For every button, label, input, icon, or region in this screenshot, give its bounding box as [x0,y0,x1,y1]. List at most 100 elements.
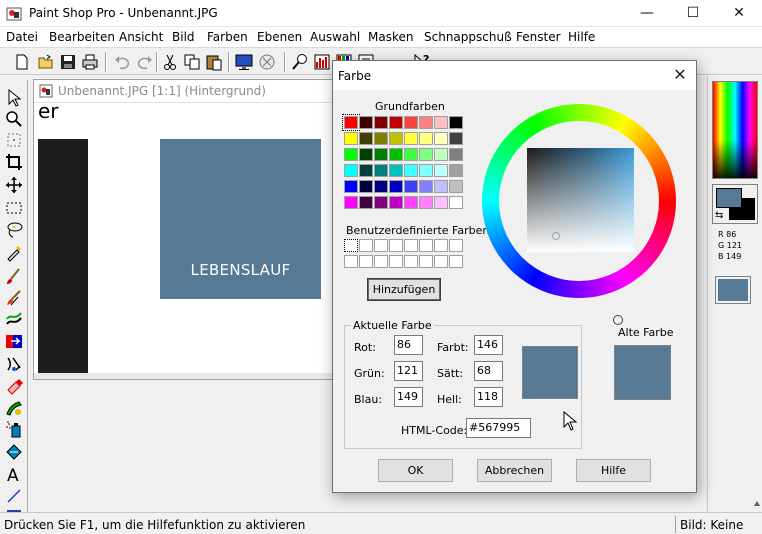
hue-picker-handle[interactable] [613,315,623,325]
basic-color-swatch[interactable] [389,132,403,145]
custom-color-swatch[interactable] [404,239,418,252]
zoom-icon[interactable] [290,52,310,72]
paste-icon[interactable] [204,52,224,72]
retouch-icon[interactable] [4,332,24,352]
menu-fenster[interactable]: Fenster [516,30,561,44]
zoom-tool-icon[interactable] [4,109,24,129]
deform-icon[interactable] [4,130,24,150]
basic-color-swatch[interactable] [419,196,433,209]
menu-farben[interactable]: Farben [207,30,248,44]
basic-color-swatch[interactable] [359,164,373,177]
close-button[interactable]: ✕ [716,0,762,27]
hue-input[interactable]: 146 [474,335,503,355]
image-window-scrollbar[interactable] [34,373,332,379]
menu-masken[interactable]: Masken [368,30,413,44]
basic-color-swatch[interactable] [449,196,463,209]
blue-input[interactable]: 149 [394,387,423,407]
basic-color-swatch[interactable] [389,180,403,193]
basic-color-swatch[interactable] [359,132,373,145]
new-icon[interactable] [12,52,32,72]
basic-color-swatch[interactable] [374,148,388,161]
paintbrush-icon[interactable] [4,266,24,286]
menu-schnappschuss[interactable]: Schnappschuß [424,30,512,44]
help-button[interactable]: Hilfe [576,459,651,482]
basic-color-swatch[interactable] [359,148,373,161]
basic-color-swatch[interactable] [344,196,358,209]
custom-color-swatch[interactable] [389,255,403,268]
basic-color-swatch[interactable] [449,180,463,193]
browse-icon[interactable] [257,52,277,72]
histogram-icon[interactable] [312,52,332,72]
basic-color-swatch[interactable] [374,164,388,177]
lasso-icon[interactable] [4,220,24,240]
basic-color-swatch[interactable] [419,148,433,161]
saturation-input[interactable]: 68 [474,361,503,381]
full-screen-icon[interactable] [234,52,254,72]
basic-color-swatch[interactable] [404,164,418,177]
basic-color-swatch[interactable] [419,180,433,193]
basic-color-swatch[interactable] [344,164,358,177]
basic-color-swatch[interactable] [374,132,388,145]
basic-color-swatch[interactable] [404,116,418,129]
html-code-input[interactable]: #567995 [466,418,531,438]
basic-color-swatch[interactable] [374,116,388,129]
current-color-swatch[interactable] [715,276,751,304]
basic-color-swatch[interactable] [389,116,403,129]
color-spectrum[interactable] [712,81,758,179]
custom-color-swatch[interactable] [344,255,358,268]
basic-color-swatch[interactable] [419,116,433,129]
green-input[interactable]: 121 [394,361,423,381]
menu-bild[interactable]: Bild [172,30,195,44]
picture-tube-icon[interactable] [4,398,24,418]
image-window-titlebar[interactable]: Unbenannt.JPG [1:1] (Hintergrund) [34,80,332,103]
redo-icon[interactable] [135,52,155,72]
basic-color-swatch[interactable] [389,164,403,177]
basic-color-swatch[interactable] [404,132,418,145]
foreground-color-swatch[interactable] [716,188,742,208]
eraser-icon[interactable] [4,376,24,396]
open-icon[interactable] [36,52,56,72]
lightness-input[interactable]: 118 [474,387,503,407]
basic-color-swatch[interactable] [449,116,463,129]
menu-auswahl[interactable]: Auswahl [310,30,360,44]
basic-color-swatch[interactable] [359,116,373,129]
custom-color-swatch[interactable] [344,239,358,252]
print-icon[interactable] [80,52,100,72]
image-window[interactable]: Unbenannt.JPG [1:1] (Hintergrund) er LEB… [33,79,333,380]
basic-color-swatch[interactable] [404,180,418,193]
dialog-titlebar[interactable]: Farbe ✕ [333,61,696,90]
color-wheel[interactable] [482,104,676,325]
custom-color-swatch[interactable] [374,255,388,268]
selection-icon[interactable] [4,198,24,218]
swap-colors-icon[interactable]: ⇆ [715,210,723,221]
basic-color-swatch[interactable] [449,164,463,177]
basic-color-swatch[interactable] [434,196,448,209]
custom-color-swatch[interactable] [404,255,418,268]
scratch-remover-icon[interactable] [4,354,24,374]
basic-color-swatch[interactable] [419,164,433,177]
flood-fill-icon[interactable] [4,442,24,462]
cut-icon[interactable] [160,52,180,72]
menu-datei[interactable]: Datei [6,30,38,44]
basic-color-swatch[interactable] [344,148,358,161]
minimize-button[interactable]: — [624,0,670,27]
mover-icon[interactable] [4,175,24,195]
dialog-close-button[interactable]: ✕ [667,63,693,87]
custom-color-swatch[interactable] [419,239,433,252]
basic-color-swatch[interactable] [344,132,358,145]
menu-ebenen[interactable]: Ebenen [257,30,302,44]
basic-color-swatch[interactable] [389,196,403,209]
color-replacer-icon[interactable] [4,310,24,330]
menu-hilfe[interactable]: Hilfe [568,30,595,44]
basic-color-swatch[interactable] [389,148,403,161]
basic-color-swatch[interactable] [434,132,448,145]
clone-brush-icon[interactable] [4,288,24,308]
save-icon[interactable] [58,52,78,72]
basic-color-swatch[interactable] [449,132,463,145]
cancel-button[interactable]: Abbrechen [477,459,552,482]
custom-color-swatch[interactable] [374,239,388,252]
maximize-button[interactable]: ☐ [670,0,716,27]
custom-color-swatch[interactable] [419,255,433,268]
crop-icon[interactable] [4,152,24,172]
red-input[interactable]: 86 [394,335,423,355]
